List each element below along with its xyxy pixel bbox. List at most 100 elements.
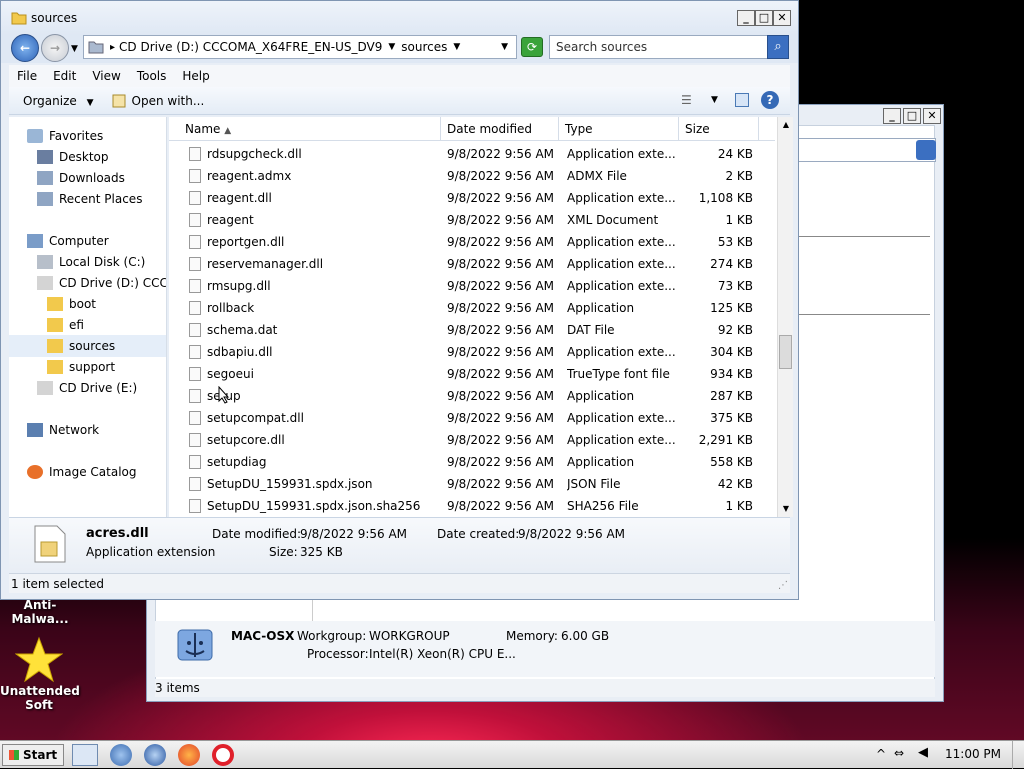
resize-grip-icon[interactable]: ⋰ (778, 576, 788, 596)
breadcrumb-folder[interactable]: sources (401, 40, 447, 54)
taskbar-firefox-icon[interactable] (178, 743, 201, 766)
nav-network[interactable]: Network (27, 420, 99, 440)
nav-computer[interactable]: Computer (27, 231, 109, 251)
taskbar-explorer-icon[interactable] (72, 743, 99, 766)
file-row[interactable]: rmsupg.dll 9/8/2022 9:56 AM Application ex… (169, 275, 775, 297)
taskbar-globe-icon[interactable] (110, 743, 133, 766)
file-row[interactable]: rollback 9/8/2022 9:56 AM Application 125 K… (169, 297, 775, 319)
column-header-size[interactable]: Size (679, 117, 759, 141)
address-bar[interactable]: ▸ CD Drive (D:) CCCOMA_X64FRE_EN-US_DV9 … (83, 35, 517, 59)
desktop-icon-unattended-soft[interactable]: Unattended Soft (0, 636, 80, 712)
nav-image-catalog[interactable]: Image Catalog (27, 462, 136, 482)
column-header-date[interactable]: Date modified (441, 117, 559, 141)
taskbar-opera-icon[interactable] (212, 743, 235, 766)
nav-favorites[interactable]: Favorites (27, 126, 103, 146)
forward-button[interactable]: → (41, 34, 69, 62)
bg-minimize-button[interactable]: _ (883, 108, 901, 124)
breadcrumb-chevron-icon[interactable]: ▼ (453, 42, 460, 52)
scroll-down-icon[interactable]: ▼ (778, 501, 794, 517)
file-row[interactable]: sdbapiu.dll 9/8/2022 9:56 AM Application e… (169, 341, 775, 363)
column-header-name[interactable]: Name ▲ (169, 117, 441, 141)
file-row[interactable]: reagent.dll 9/8/2022 9:56 AM Application e… (169, 187, 775, 209)
file-row[interactable]: setup 9/8/2022 9:56 AM Application 287 KB (169, 385, 775, 407)
breadcrumb-chevron-icon[interactable]: ▼ (388, 42, 395, 52)
file-row[interactable]: setupcompat.dll 9/8/2022 9:56 AM Applicati… (169, 407, 775, 429)
nav-folder-efi[interactable]: efi (47, 315, 84, 335)
file-row[interactable]: setupdiag 9/8/2022 9:56 AM Application 558 … (169, 451, 775, 473)
file-size: 73 KB (717, 279, 753, 293)
menu-help[interactable]: Help (174, 69, 217, 83)
vertical-scrollbar[interactable]: ▲ ▼ (777, 117, 793, 517)
file-type: Application exte... (567, 235, 676, 249)
menu-tools[interactable]: Tools (129, 69, 175, 83)
file-icon (189, 213, 201, 227)
preview-pane-icon[interactable] (735, 93, 749, 107)
file-row[interactable]: SetupDU_159931.spdx.json 9/8/2022 9:56 AM… (169, 473, 775, 495)
start-button[interactable]: Start (2, 743, 65, 766)
clock-time[interactable]: 11:00 PM (945, 747, 1001, 761)
address-dropdown-icon[interactable]: ▼ (501, 42, 508, 52)
favorites-star-icon (27, 129, 43, 143)
file-row[interactable]: segoeui 9/8/2022 9:56 AM TrueType font fil… (169, 363, 775, 385)
close-button[interactable]: ✕ (773, 10, 791, 26)
history-dropdown-icon[interactable]: ▼ (71, 44, 78, 54)
file-size: 2,291 KB (698, 433, 753, 447)
explorer-window[interactable]: sources _ □ ✕ ← → ▼ ▸ CD Drive (D:) CCCO… (0, 0, 799, 600)
maximize-button[interactable]: □ (755, 10, 773, 26)
bg-close-button[interactable]: ✕ (923, 108, 941, 124)
menu-edit[interactable]: Edit (45, 69, 84, 83)
tray-volume-icon[interactable]: ◀ (918, 745, 928, 760)
file-date: 9/8/2022 9:56 AM (447, 477, 555, 491)
file-row[interactable]: reagent.admx 9/8/2022 9:56 AM ADMX File 2 K… (169, 165, 775, 187)
taskbar-search-app-icon[interactable] (144, 743, 167, 766)
search-icon[interactable]: ⌕ (767, 35, 789, 59)
menu-file[interactable]: File (9, 69, 45, 83)
nav-folder-support[interactable]: support (47, 357, 115, 377)
desktop-icon-anti-malware[interactable]: Anti-Malwa... (0, 598, 80, 626)
file-icon (189, 235, 201, 249)
file-row[interactable]: setupcore.dll 9/8/2022 9:56 AM Application… (169, 429, 775, 451)
file-row[interactable]: reservemanager.dll 9/8/2022 9:56 AM Applic… (169, 253, 775, 275)
view-options-dropdown-icon[interactable]: ▼ (711, 95, 718, 105)
scroll-thumb[interactable] (779, 335, 792, 369)
bg-maximize-button[interactable]: □ (903, 108, 921, 124)
tray-chevron-up-icon[interactable]: ^ (876, 747, 886, 761)
file-row[interactable]: rdsupgcheck.dll 9/8/2022 9:56 AM Applicati… (169, 143, 775, 165)
nav-downloads[interactable]: Downloads (37, 168, 125, 188)
help-icon[interactable]: ? (761, 91, 779, 109)
breadcrumb-drive[interactable]: CD Drive (D:) CCCOMA_X64FRE_EN-US_DV9 (119, 40, 382, 54)
nav-cd-drive-d[interactable]: CD Drive (D:) CCCOMA (37, 273, 166, 293)
status-text: 1 item selected (11, 577, 105, 591)
menu-view[interactable]: View (84, 69, 128, 83)
nav-local-disk[interactable]: Local Disk (C:) (37, 252, 145, 272)
title-bar[interactable]: sources _ □ ✕ (1, 1, 798, 35)
nav-cd-drive-e[interactable]: CD Drive (E:) (37, 378, 137, 398)
minimize-button[interactable]: _ (737, 10, 755, 26)
nav-recent-places[interactable]: Recent Places (37, 189, 142, 209)
file-row[interactable]: reagent 9/8/2022 9:56 AM XML Document 1 KB (169, 209, 775, 231)
column-name-label: Name (185, 122, 221, 136)
nav-folder-boot[interactable]: boot (47, 294, 96, 314)
open-with-button[interactable]: Open with... (112, 94, 204, 108)
refresh-button[interactable]: ⟳ (521, 37, 543, 57)
bg-search-icon[interactable] (916, 140, 936, 160)
file-icon (189, 323, 201, 337)
search-input[interactable]: Search sources ⌕ (549, 35, 789, 59)
file-row[interactable]: SetupDU_159931.spdx.json.sha256 9/8/2022 … (169, 495, 775, 517)
file-date: 9/8/2022 9:56 AM (447, 345, 555, 359)
organize-button[interactable]: Organize ▼ (23, 94, 94, 108)
file-type: Application (567, 455, 635, 469)
tray-network-icon[interactable]: ⇔ (894, 746, 904, 760)
file-name: setupcompat.dll (207, 411, 304, 425)
column-header-type[interactable]: Type (559, 117, 679, 141)
nav-boot-label: boot (69, 297, 97, 311)
file-row[interactable]: schema.dat 9/8/2022 9:56 AM DAT File 92 KB (169, 319, 775, 341)
nav-desktop[interactable]: Desktop (37, 147, 109, 167)
back-button[interactable]: ← (11, 34, 39, 62)
view-options-icon[interactable]: ☰ (681, 93, 692, 107)
scroll-up-icon[interactable]: ▲ (778, 117, 794, 133)
nav-folder-sources[interactable]: sources (47, 336, 115, 356)
file-row[interactable]: reportgen.dll 9/8/2022 9:56 AM Application… (169, 231, 775, 253)
show-desktop-button[interactable] (1012, 741, 1024, 769)
file-type: JSON File (567, 477, 621, 491)
